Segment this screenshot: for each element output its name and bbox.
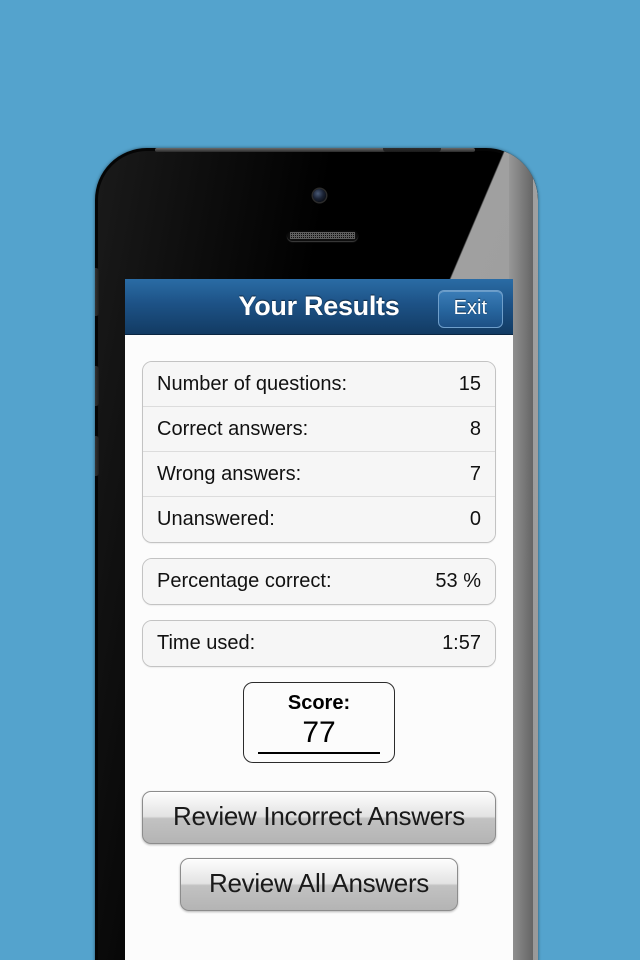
row-label: Time used: <box>157 632 256 654</box>
table-row: Wrong answers: 7 <box>143 452 495 497</box>
row-label: Percentage correct: <box>157 570 332 592</box>
row-value: 7 <box>469 462 481 485</box>
row-value: 0 <box>469 508 481 530</box>
earpiece-speaker-icon <box>287 230 358 241</box>
score-box: Score: 77 <box>243 682 395 763</box>
stats-group-questions: Number of questions: 15 Correct answers:… <box>142 361 496 543</box>
power-button[interactable] <box>383 148 441 152</box>
exit-button[interactable]: Exit <box>437 290 503 328</box>
row-value: 8 <box>469 417 481 440</box>
table-row: Unanswered: 0 <box>143 497 495 542</box>
volume-down-button[interactable] <box>95 436 99 476</box>
mute-switch[interactable] <box>95 268 99 316</box>
row-label: Correct answers: <box>157 417 309 440</box>
phone-screen: Your Results Exit Number of questions: 1… <box>125 279 513 960</box>
table-row: Correct answers: 8 <box>143 407 495 452</box>
score-value: 77 <box>258 716 380 754</box>
row-label: Wrong answers: <box>157 462 302 485</box>
row-label: Unanswered: <box>157 508 275 530</box>
stats-group-percentage: Percentage correct: 53 % <box>142 558 496 605</box>
volume-up-button[interactable] <box>95 366 99 406</box>
stats-group-time: Time used: 1:57 <box>142 620 496 667</box>
table-row: Percentage correct: 53 % <box>143 559 495 604</box>
navigation-bar: Your Results Exit <box>125 279 513 335</box>
row-label: Number of questions: <box>157 372 348 395</box>
score-section: Score: 77 <box>142 682 496 763</box>
page-title: Your Results <box>238 291 400 321</box>
score-label: Score: <box>287 692 351 714</box>
review-incorrect-answers-button[interactable]: Review Incorrect Answers <box>142 791 496 844</box>
phone-device: Your Results Exit Number of questions: 1… <box>95 148 538 960</box>
review-all-answers-button[interactable]: Review All Answers <box>180 858 458 911</box>
table-row: Number of questions: 15 <box>143 362 495 407</box>
table-row: Time used: 1:57 <box>143 621 495 666</box>
row-value: 53 % <box>435 570 481 592</box>
row-value: 1:57 <box>442 632 481 654</box>
action-buttons: Review Incorrect Answers Review All Answ… <box>142 791 496 911</box>
results-content: Number of questions: 15 Correct answers:… <box>125 335 513 911</box>
row-value: 15 <box>458 372 481 395</box>
front-camera-icon <box>313 189 326 202</box>
